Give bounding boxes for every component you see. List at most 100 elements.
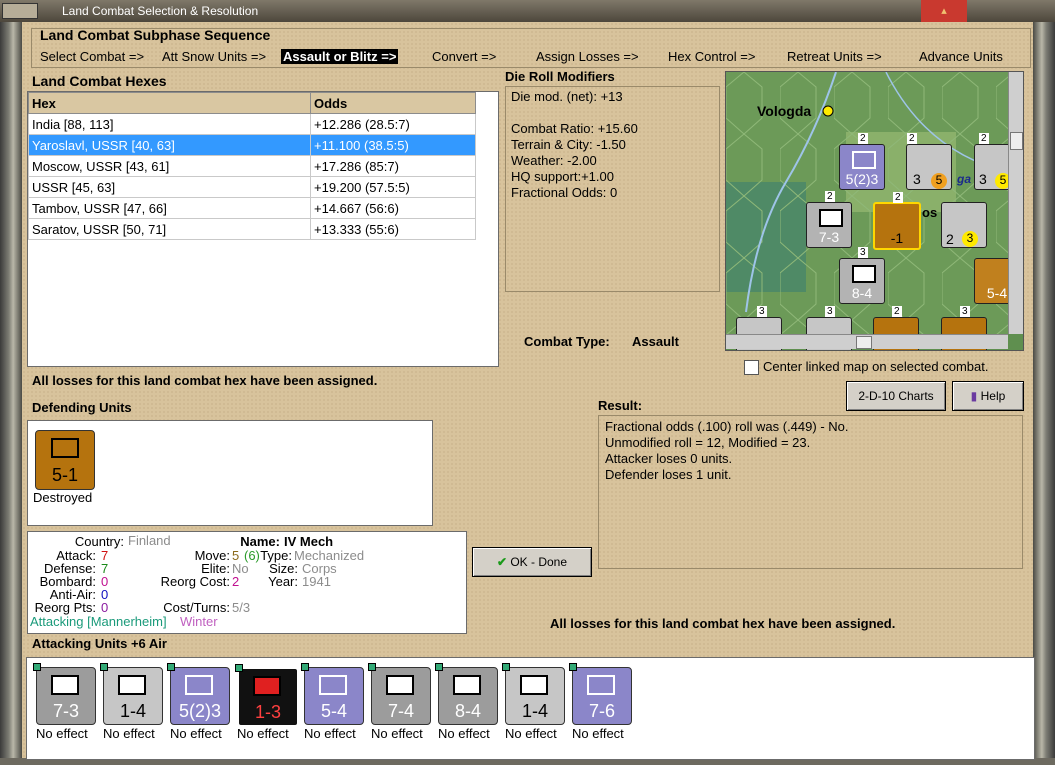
unit-strength: 8-4 <box>454 701 481 721</box>
attacking-unit-counter[interactable]: 5-4 <box>301 663 364 725</box>
reorgcost-value: 2 <box>232 574 240 589</box>
map-vertical-scrollbar[interactable] <box>1008 72 1023 334</box>
table-row[interactable]: Tambov, USSR [47, 66] +14.667 (56:6) <box>28 197 476 219</box>
scroll-thumb[interactable] <box>1010 132 1023 150</box>
hexes-heading: Land Combat Hexes <box>32 73 167 89</box>
odds-cell: +14.667 (56:6) <box>310 197 476 219</box>
hex-table[interactable]: Hex Odds India [88, 113] +12.286 (28.5:7)… <box>27 91 499 367</box>
unit-pip-icon <box>502 663 510 671</box>
odds-cell: +17.286 (85:7) <box>310 155 476 177</box>
attacking-unit-counter[interactable]: 7-4 <box>368 663 431 725</box>
attacking-unit-counter[interactable]: 1-3 <box>235 664 299 727</box>
unit-strength: 5-4 <box>320 701 347 721</box>
unit-status: No effect <box>505 726 557 741</box>
hex-cell: Yaroslavl, USSR [40, 63] <box>28 134 311 156</box>
die-line: Weather: -2.00 <box>511 153 597 168</box>
stack-count: 2 <box>907 133 917 144</box>
frame-right <box>1033 22 1055 765</box>
map-unit[interactable]: 5(2)3 2 <box>839 133 885 190</box>
window-title: Land Combat Selection & Resolution <box>62 4 259 18</box>
odds-cell: +13.333 (55:6) <box>310 218 476 240</box>
col-hex[interactable]: Hex <box>28 92 311 114</box>
unit-type-icon <box>453 675 481 695</box>
help-button[interactable]: ▮ Help <box>952 381 1024 411</box>
odds-cell: +12.286 (28.5:7) <box>310 113 476 135</box>
result-line: Defender loses 1 unit. <box>605 467 732 482</box>
attacking-unit-counter[interactable]: 1-4 <box>502 663 565 725</box>
year-label: Year: <box>268 574 298 589</box>
die-line: Fractional Odds: 0 <box>511 185 618 200</box>
defending-units-box[interactable]: 5-1 Destroyed <box>27 420 433 526</box>
unit-pip-icon <box>368 663 376 671</box>
unit-type-icon <box>319 675 347 695</box>
linked-map[interactable]: Vologda os ga 5(2)3 2 3 5 2 3 5 2 7-3 2 … <box>725 71 1024 351</box>
help-button-label: Help <box>980 389 1006 403</box>
attacking-unit-counter[interactable]: 8-4 <box>435 663 498 725</box>
table-row[interactable]: India [88, 113] +12.286 (28.5:7) <box>28 113 476 135</box>
table-row[interactable]: Saratov, USSR [50, 71] +13.333 (55:6) <box>28 218 476 240</box>
scroll-thumb[interactable] <box>856 336 872 349</box>
attacking-unit-counter[interactable]: 5(2)3 <box>167 663 230 725</box>
map-unit-strength: 2 <box>946 231 954 247</box>
attacking-unit-counter[interactable]: 7-3 <box>33 663 96 725</box>
result-line: Unmodified roll = 12, Modified = 23. <box>605 435 811 450</box>
die-line: Terrain & City: -1.50 <box>511 137 626 152</box>
unit-type-icon <box>51 675 79 695</box>
title-bar[interactable]: Land Combat Selection & Resolution ▴ <box>0 0 1055 22</box>
map-unit-strength: -1 <box>890 230 904 246</box>
ok-done-button[interactable]: ✔ OK - Done <box>472 547 592 577</box>
charts-button-label: 2-D-10 Charts <box>858 389 934 403</box>
combat-type-value: Assault <box>632 334 679 349</box>
defending-heading: Defending Units <box>32 400 132 415</box>
table-row[interactable]: USSR [45, 63] +19.200 (57.5:5) <box>28 176 476 198</box>
die-modifiers-box: Die mod. (net): +13 Combat Ratio: +15.60… <box>505 86 720 292</box>
close-icon[interactable]: ▴ <box>921 0 967 22</box>
unit-type-icon <box>253 676 281 696</box>
map-unit-air[interactable]: 3 5 2 <box>906 133 952 190</box>
map-unit-strength: 3 <box>979 171 987 187</box>
defending-unit-counter[interactable]: 5-1 <box>35 430 95 490</box>
charts-button[interactable]: 2-D-10 Charts <box>846 381 946 411</box>
die-line <box>511 105 714 121</box>
unit-strength: 5-1 <box>51 465 78 485</box>
attacking-unit-counter[interactable]: 1-4 <box>100 663 163 725</box>
reorgpts-label: Reorg Pts: <box>34 600 96 615</box>
map-unit-strength: 3 <box>913 171 921 187</box>
stack-count: 3 <box>960 306 970 317</box>
unit-pip-icon <box>235 664 243 672</box>
stack-count: 3 <box>757 306 767 317</box>
map-unit-strength: 7-3 <box>818 229 840 245</box>
center-map-checkbox[interactable] <box>744 360 759 375</box>
unit-pip-icon <box>167 663 175 671</box>
die-line: Combat Ratio: +15.60 <box>511 121 638 136</box>
step-retreat-units: Retreat Units => <box>787 49 882 64</box>
map-unit[interactable]: 8-4 3 <box>839 247 885 304</box>
country-label: Country: <box>74 534 124 549</box>
stack-count: 2 <box>979 133 989 144</box>
step-assign-losses: Assign Losses => <box>536 49 639 64</box>
col-odds[interactable]: Odds <box>310 92 476 114</box>
costturns-value: 5/3 <box>232 600 251 615</box>
center-map-label[interactable]: Center linked map on selected combat. <box>763 359 988 374</box>
map-unit-air[interactable]: 2 3 <box>941 202 987 248</box>
system-menu-icon[interactable] <box>2 3 38 19</box>
hex-cell: USSR [45, 63] <box>28 176 311 198</box>
hex-cell: Saratov, USSR [50, 71] <box>28 218 311 240</box>
losses-message: All losses for this land combat hex have… <box>550 616 896 631</box>
attacking-unit-counter[interactable]: 7-6 <box>569 663 632 725</box>
unit-status: Destroyed <box>33 490 93 505</box>
unit-strength: 7-4 <box>387 701 414 721</box>
map-label: ga <box>957 172 972 186</box>
table-row-selected[interactable]: Yaroslavl, USSR [40, 63] +11.100 (38.5:5) <box>28 134 476 156</box>
map-unit[interactable]: 7-3 2 <box>806 191 852 248</box>
map-city-label: Vologda <box>757 103 812 119</box>
checkmark-icon: ✔ <box>496 555 507 569</box>
map-horizontal-scrollbar[interactable] <box>726 334 1008 349</box>
stack-count: 2 <box>858 133 868 144</box>
unit-status: No effect <box>304 726 356 741</box>
table-row[interactable]: Moscow, USSR [43, 61] +17.286 (85:7) <box>28 155 476 177</box>
weather-value: Winter <box>180 614 218 629</box>
map-unit-target[interactable]: -1 2 <box>873 192 921 250</box>
unit-status: No effect <box>438 726 490 741</box>
unit-type-icon <box>51 438 79 458</box>
